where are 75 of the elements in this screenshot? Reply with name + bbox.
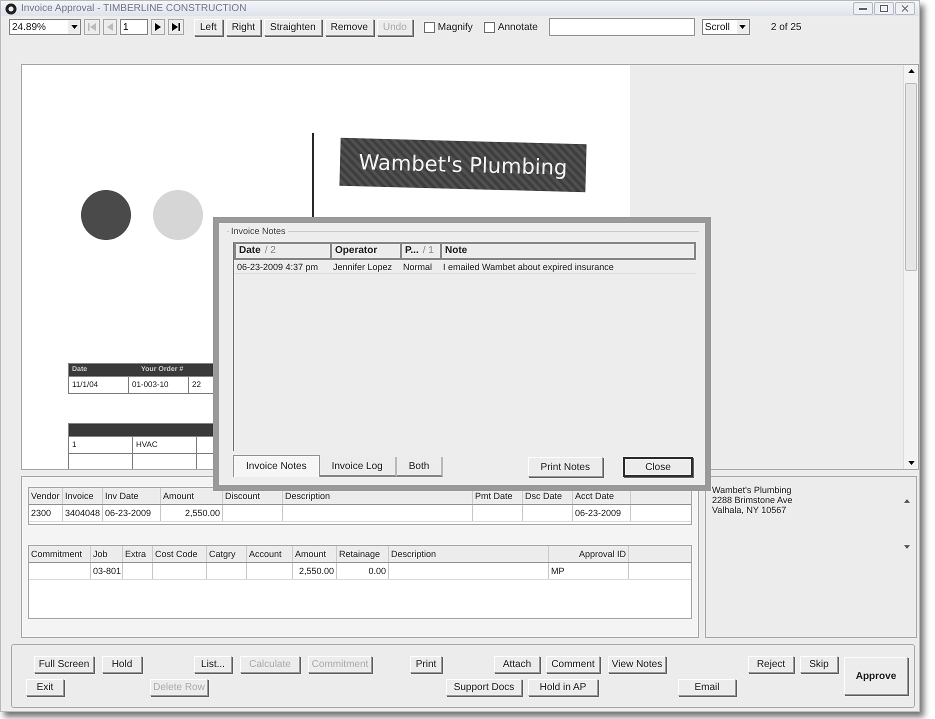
action-button[interactable]: Reject	[748, 656, 794, 673]
action-button[interactable]: Email	[678, 679, 736, 696]
column-header[interactable]: Operator	[332, 244, 402, 258]
column-header: Extra	[123, 546, 153, 562]
grid-cell: 06-23-2009	[103, 505, 161, 521]
column-header: Description	[389, 546, 549, 562]
action-button[interactable]: Support Docs	[446, 679, 522, 696]
grid-cell: MP	[549, 563, 629, 579]
column-header[interactable]: Note	[442, 244, 694, 258]
column-header: Approval ID	[549, 546, 629, 562]
toolbar-button[interactable]: Straighten	[264, 18, 322, 36]
column-header: Retainage	[337, 546, 389, 562]
mode-dropdown[interactable]: Scroll	[702, 19, 750, 35]
action-button[interactable]: Hold in AP	[528, 679, 598, 696]
action-button[interactable]: Attach	[494, 656, 540, 673]
column-header: Description	[283, 488, 473, 504]
grid-cell: 3404048	[63, 505, 103, 521]
table-cell: 01-003-10	[129, 377, 189, 393]
grid-cell: 03-801	[91, 563, 123, 579]
action-button[interactable]: View Notes	[608, 656, 666, 673]
checkbox[interactable]: Magnify	[424, 22, 473, 32]
table-cell: 1	[69, 437, 133, 453]
group-label: Invoice Notes	[229, 226, 288, 236]
column-header: Pmt Date	[473, 488, 523, 504]
list-cell-text: Jennifer Lopez	[332, 262, 394, 272]
table-cell: HVAC	[133, 437, 197, 453]
column-header: Cost Code	[153, 546, 207, 562]
column-header: Discount	[223, 488, 283, 504]
grid-cell: 2300	[29, 505, 63, 521]
page-field[interactable]: 1	[120, 19, 148, 35]
toolbar-button[interactable]: Remove	[324, 18, 374, 36]
column-header: Amount	[293, 546, 337, 562]
dialog-button[interactable]: Close	[623, 457, 693, 477]
column-header: Invoice	[63, 488, 103, 504]
grid-cell: 2,550.00	[293, 563, 337, 579]
checkbox[interactable]: Annotate	[484, 22, 538, 32]
action-button[interactable]: Print	[410, 656, 442, 673]
action-button[interactable]: Hold	[102, 656, 142, 673]
column-header: Catgry	[207, 546, 247, 562]
address-line: 2288 Brimstone Ave	[712, 495, 794, 505]
column-header: Job	[91, 546, 123, 562]
tab[interactable]: Invoice Notes	[233, 455, 320, 477]
toolbar-button[interactable]: Right	[226, 18, 262, 36]
grid-cell: 06-23-2009	[573, 505, 631, 521]
page-counter: 2 of 25	[770, 22, 802, 32]
table-cell: 11/1/04	[69, 377, 129, 393]
column-header: Commitment	[29, 546, 91, 562]
column-header: Inv Date	[103, 488, 161, 504]
action-button[interactable]: Exit	[26, 679, 64, 696]
address-line: Valhala, NY 10567	[712, 505, 788, 515]
column-header[interactable]: Date / 2	[236, 244, 332, 258]
column-header: Vendor	[29, 488, 63, 504]
toolbar-button[interactable]: Left	[194, 18, 223, 36]
action-button[interactable]: Full Screen	[34, 656, 94, 673]
tab[interactable]: Both	[396, 457, 444, 477]
column-header: Amount	[161, 488, 223, 504]
action-button[interactable]: Comment	[546, 656, 600, 673]
tab[interactable]: Invoice Log	[320, 457, 397, 477]
column-header: Acct Date	[573, 488, 631, 504]
grid-cell: 2,550.00	[161, 505, 223, 521]
zoom-dropdown[interactable]: 24.89%	[9, 19, 81, 35]
action-button[interactable]: Skip	[800, 656, 838, 673]
window-title: Invoice Approval - TIMBERLINE CONSTRUCTION	[21, 3, 248, 14]
action-button[interactable]: List...	[194, 656, 232, 673]
column-header: Account	[247, 546, 293, 562]
grid-cell: 0.00	[337, 563, 389, 579]
column-header: Dsc Date	[523, 488, 573, 504]
dialog-button[interactable]: Print Notes	[528, 457, 603, 477]
address-line: Wambet's Plumbing	[712, 485, 792, 495]
list-cell-text: Normal	[402, 262, 434, 272]
approve-button[interactable]: Approve	[844, 657, 908, 695]
column-header[interactable]: P... / 1	[402, 244, 442, 258]
list-cell-text: 06-23-2009 4:37 pm	[236, 262, 320, 272]
company-banner: Wambet's Plumbing	[339, 138, 587, 192]
list-cell-text: I emailed Wambet about expired insurance	[442, 262, 615, 272]
